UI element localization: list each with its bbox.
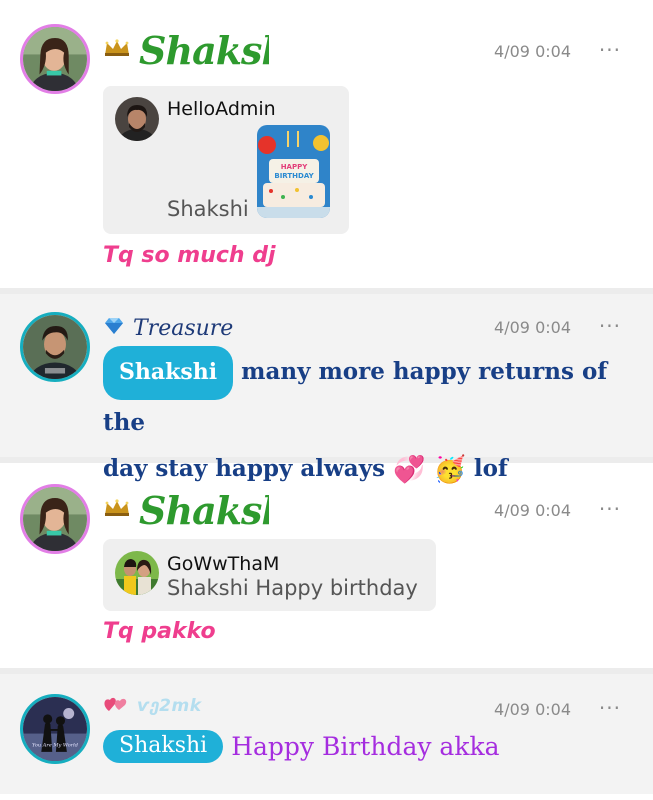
avatar-caption: You Are My World — [32, 742, 79, 748]
chat-message: Shakshi 4/09 0:04 ··· HelloAdmin Shakshi — [0, 0, 653, 288]
sender-name[interactable]: Shakshi — [139, 28, 269, 73]
message-text[interactable]: Shakshi Happy Birthday akka — [103, 730, 500, 763]
message-text-body: Happy Birthday akka — [231, 732, 500, 761]
message-header: Treasure — [103, 306, 233, 350]
more-options-icon[interactable]: ··· — [599, 497, 621, 521]
message-header: Shakshi — [103, 488, 269, 533]
quoted-username: GoWwThaM — [167, 553, 280, 575]
cake-text-happy: HAPPY — [281, 163, 309, 171]
mention-tag[interactable]: Shakshi — [103, 346, 234, 400]
timestamp: 4/09 0:04 — [494, 318, 571, 337]
more-options-icon[interactable]: ··· — [599, 696, 621, 720]
quoted-avatar — [115, 97, 159, 141]
timestamp: 4/09 0:04 — [494, 42, 571, 61]
quoted-message[interactable]: GoWwThaM Shakshi Happy birthday — [103, 539, 436, 611]
avatar[interactable] — [20, 24, 90, 94]
message-header: Shakshi — [103, 28, 269, 73]
crown-icon — [103, 499, 131, 521]
quoted-text: Shakshi Happy birthday — [167, 576, 418, 600]
diamond-icon — [103, 317, 125, 339]
more-options-icon[interactable]: ··· — [599, 314, 621, 338]
avatar[interactable] — [20, 484, 90, 554]
quoted-text: Shakshi — [167, 197, 249, 221]
more-options-icon[interactable]: ··· — [599, 38, 621, 62]
avatar[interactable]: You Are My World — [20, 694, 90, 764]
chat-message: Shakshi 4/09 0:04 ··· GoWwThaM Shakshi H… — [0, 463, 653, 668]
message-text[interactable]: Tq so much dj — [103, 243, 276, 268]
message-header: ѵე2mk — [103, 684, 202, 728]
avatar[interactable] — [20, 312, 90, 382]
quoted-message[interactable]: HelloAdmin Shakshi HAPPY BIRTHDAY — [103, 86, 349, 234]
quoted-avatar — [115, 551, 159, 595]
chat-message: Treasure 4/09 0:04 ··· Shakshi many more… — [0, 294, 653, 485]
crown-icon — [103, 39, 131, 61]
timestamp: 4/09 0:04 — [494, 501, 571, 520]
cake-text-birthday: BIRTHDAY — [274, 172, 314, 180]
sender-name[interactable]: Treasure — [133, 316, 233, 341]
mention-tag[interactable]: Shakshi — [103, 730, 224, 763]
chat-message: You Are My World ѵე2mk 4/09 0:04 ··· Sha… — [0, 674, 653, 794]
hearts-icon — [103, 695, 129, 717]
sender-name[interactable]: Shakshi — [139, 488, 269, 533]
timestamp: 4/09 0:04 — [494, 700, 571, 719]
birthday-cake-image[interactable]: HAPPY BIRTHDAY — [257, 125, 330, 218]
quoted-username: HelloAdmin — [167, 98, 276, 120]
message-text[interactable]: Tq pakko — [103, 619, 216, 644]
sender-name[interactable]: ѵე2mk — [137, 696, 202, 716]
